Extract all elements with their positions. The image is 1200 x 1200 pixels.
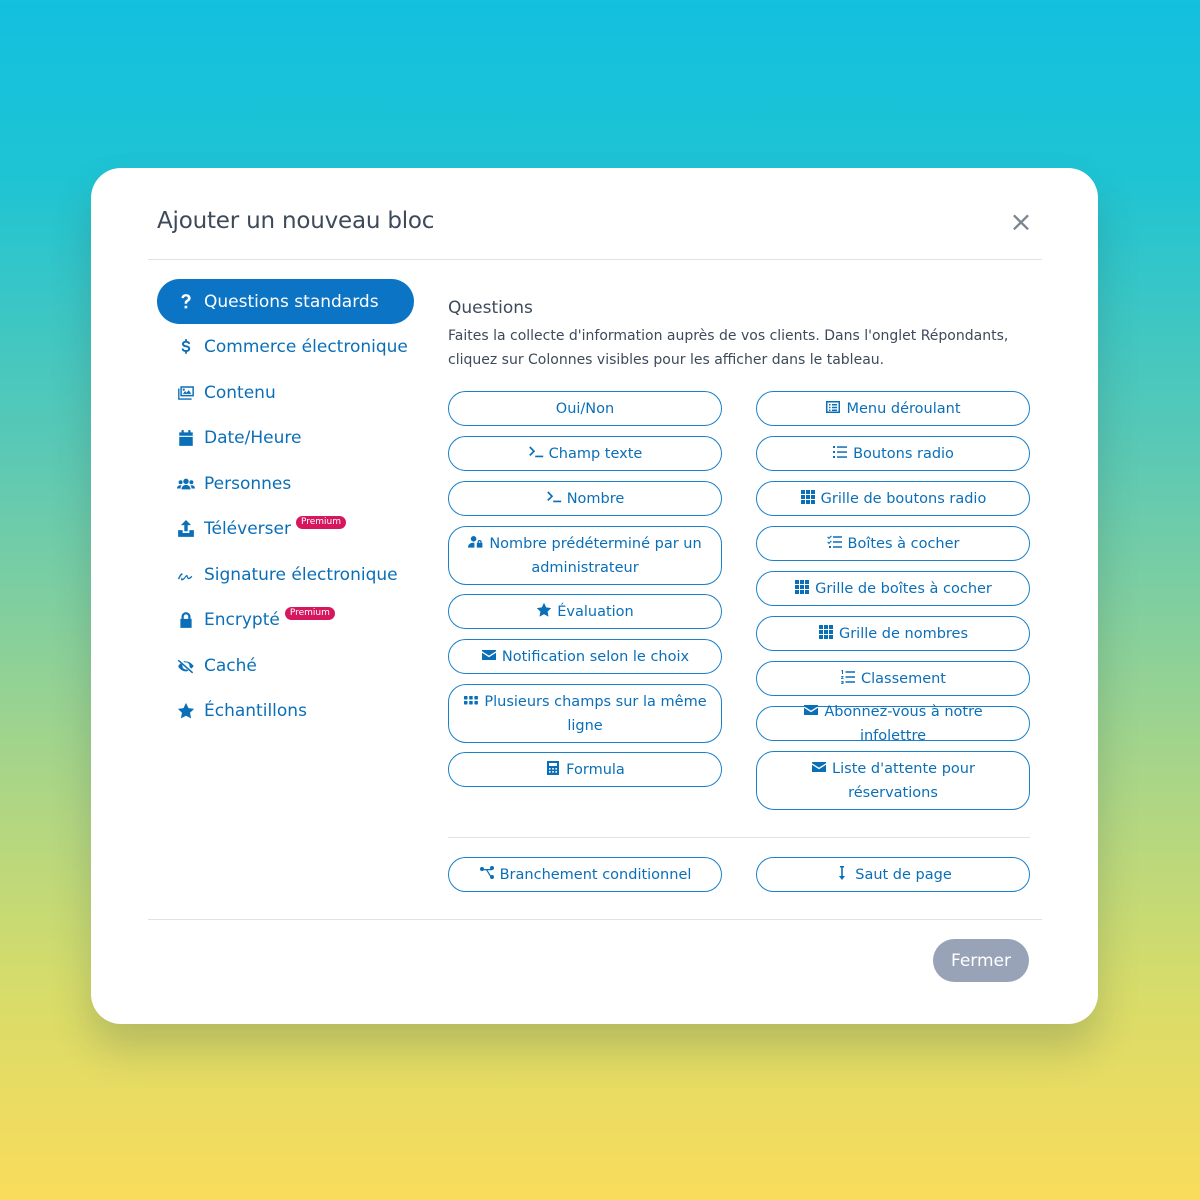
sidebar-item-label: Encrypté bbox=[204, 610, 280, 630]
list-ol-icon bbox=[840, 669, 856, 685]
liste-d-attente-pour-reservations-button[interactable]: Liste d'attente pour réservations bbox=[756, 751, 1030, 810]
nombre-predetermine-par-un-administrateur-button[interactable]: Nombre prédéterminé par un administrateu… bbox=[448, 526, 722, 585]
sidebar-item-commerce-electronique[interactable]: Commerce électronique bbox=[157, 325, 414, 370]
envelope-icon bbox=[811, 759, 827, 775]
option-label: Plusieurs champs sur la même ligne bbox=[484, 693, 707, 734]
premium-badge: Premium bbox=[295, 515, 347, 529]
sidebar-item-date-heure[interactable]: Date/Heure bbox=[157, 416, 414, 461]
user-lock-icon bbox=[468, 534, 484, 550]
sidebar-item-label: Contenu bbox=[204, 382, 276, 403]
options-divider bbox=[448, 837, 1030, 838]
option-label: Notification selon le choix bbox=[501, 648, 690, 665]
category-sidebar: Questions standards Commerce électronique… bbox=[157, 279, 414, 734]
users-icon bbox=[175, 474, 197, 494]
question-icon bbox=[175, 292, 197, 312]
sidebar-item-label: Téléverser bbox=[204, 519, 291, 539]
option-label: Grille de boîtes à cocher bbox=[815, 580, 992, 597]
sidebar-item-contenu[interactable]: Contenu bbox=[157, 370, 414, 415]
formula-button[interactable]: Formula bbox=[448, 752, 722, 787]
sidebar-item-label: Signature électronique bbox=[204, 564, 398, 585]
option-label: Formula bbox=[566, 761, 625, 778]
section-title: Questions bbox=[448, 298, 533, 318]
lock-icon bbox=[175, 610, 197, 630]
signature-icon bbox=[175, 565, 197, 585]
grille-de-boutons-radio-button[interactable]: Grille de boutons radio bbox=[756, 481, 1030, 516]
option-label: Branchement conditionnel bbox=[499, 866, 692, 883]
option-label: Classement bbox=[861, 670, 946, 687]
fermer-button[interactable]: Fermer bbox=[933, 939, 1029, 982]
envelope-icon bbox=[803, 702, 819, 718]
envelope-icon bbox=[481, 647, 497, 663]
champ-texte-button[interactable]: Champ texte bbox=[448, 436, 722, 471]
grid-icon bbox=[818, 624, 834, 640]
terminal-icon bbox=[546, 489, 562, 505]
grip-icon bbox=[463, 692, 479, 708]
sidebar-item-label: Questions standards bbox=[204, 291, 379, 312]
evaluation-button[interactable]: Évaluation bbox=[448, 594, 722, 629]
option-label: Boutons radio bbox=[853, 445, 954, 462]
terminal-icon bbox=[528, 444, 544, 460]
grid-icon bbox=[800, 489, 816, 505]
sidebar-item-encrypte[interactable]: Encrypté Premium bbox=[157, 598, 414, 643]
sidebar-item-questions-standards[interactable]: Questions standards bbox=[157, 279, 414, 324]
calendar-icon bbox=[175, 428, 197, 448]
plusieurs-champs-sur-la-meme-ligne-button[interactable]: Plusieurs champs sur la même ligne bbox=[448, 684, 722, 743]
questions-panel: Questions Faites la collecte d'informati… bbox=[448, 298, 1048, 372]
option-label: Oui/Non bbox=[555, 400, 615, 417]
sidebar-item-label: Commerce électronique bbox=[204, 337, 408, 357]
grid-icon bbox=[794, 579, 810, 595]
nombre-button[interactable]: Nombre bbox=[448, 481, 722, 516]
star-icon bbox=[175, 701, 197, 721]
sidebar-item-personnes[interactable]: Personnes bbox=[157, 461, 414, 506]
images-icon bbox=[175, 383, 197, 403]
sidebar-item-cache[interactable]: Caché bbox=[157, 643, 414, 688]
sidebar-item-label: Date/Heure bbox=[204, 428, 302, 448]
option-label: Grille de nombres bbox=[838, 625, 969, 642]
close-icon[interactable]: × bbox=[1009, 208, 1033, 238]
sidebar-item-echantillons[interactable]: Échantillons bbox=[157, 689, 414, 734]
premium-badge: Premium bbox=[284, 606, 335, 620]
saut-de-page-button[interactable]: Saut de page bbox=[756, 857, 1030, 892]
grille-de-nombres-button[interactable]: Grille de nombres bbox=[756, 616, 1030, 651]
branchement-conditionnel-button[interactable]: Branchement conditionnel bbox=[448, 857, 722, 892]
dollar-icon bbox=[175, 337, 197, 357]
upload-icon bbox=[175, 519, 197, 539]
classement-button[interactable]: Classement bbox=[756, 661, 1030, 696]
option-label: Liste d'attente pour réservations bbox=[832, 760, 975, 801]
section-description: Faites la collecte d'information auprès … bbox=[448, 328, 1009, 368]
list-alt-icon bbox=[825, 399, 841, 415]
option-label: Abonnez-vous à notre infolettre bbox=[824, 703, 983, 744]
star-icon bbox=[536, 602, 552, 618]
option-label: Boîtes à cocher bbox=[847, 535, 960, 552]
header-divider bbox=[148, 259, 1042, 260]
abonnez-vous-a-notre-infolettre-button[interactable]: Abonnez-vous à notre infolettre bbox=[756, 703, 1030, 744]
option-label: Menu déroulant bbox=[846, 400, 961, 417]
oui-non-button[interactable]: Oui/Non bbox=[448, 391, 722, 426]
list-check-icon bbox=[826, 534, 843, 550]
arrow-down-icon bbox=[834, 865, 850, 881]
option-label: Évaluation bbox=[557, 603, 634, 620]
option-label: Champ texte bbox=[548, 445, 643, 462]
add-block-modal: Ajouter un nouveau bloc × Questions stan… bbox=[91, 168, 1098, 1024]
notification-selon-le-choix-button[interactable]: Notification selon le choix bbox=[448, 639, 722, 674]
sidebar-item-label: Personnes bbox=[204, 473, 292, 494]
option-label: Saut de page bbox=[855, 866, 952, 883]
calculator-icon bbox=[545, 760, 561, 776]
footer-divider bbox=[148, 919, 1042, 920]
sidebar-item-signature-electronique[interactable]: Signature électronique bbox=[157, 552, 414, 597]
boites-a-cocher-button[interactable]: Boîtes à cocher bbox=[756, 526, 1030, 561]
option-label: Nombre prédéterminé par un administrateu… bbox=[489, 535, 702, 576]
option-label: Nombre bbox=[566, 490, 625, 507]
boutons-radio-button[interactable]: Boutons radio bbox=[756, 436, 1030, 471]
sidebar-item-label: Caché bbox=[204, 655, 257, 676]
list-icon bbox=[832, 444, 848, 460]
menu-deroulant-button[interactable]: Menu déroulant bbox=[756, 391, 1030, 426]
sidebar-item-televerser[interactable]: Téléverser Premium bbox=[157, 507, 414, 552]
sidebar-item-label: Échantillons bbox=[204, 701, 307, 721]
modal-title: Ajouter un nouveau bloc bbox=[157, 208, 435, 234]
option-label: Grille de boutons radio bbox=[820, 490, 987, 507]
eye-slash-icon bbox=[175, 656, 197, 676]
grille-de-boites-a-cocher-button[interactable]: Grille de boîtes à cocher bbox=[756, 571, 1030, 606]
branch-icon bbox=[479, 865, 495, 881]
